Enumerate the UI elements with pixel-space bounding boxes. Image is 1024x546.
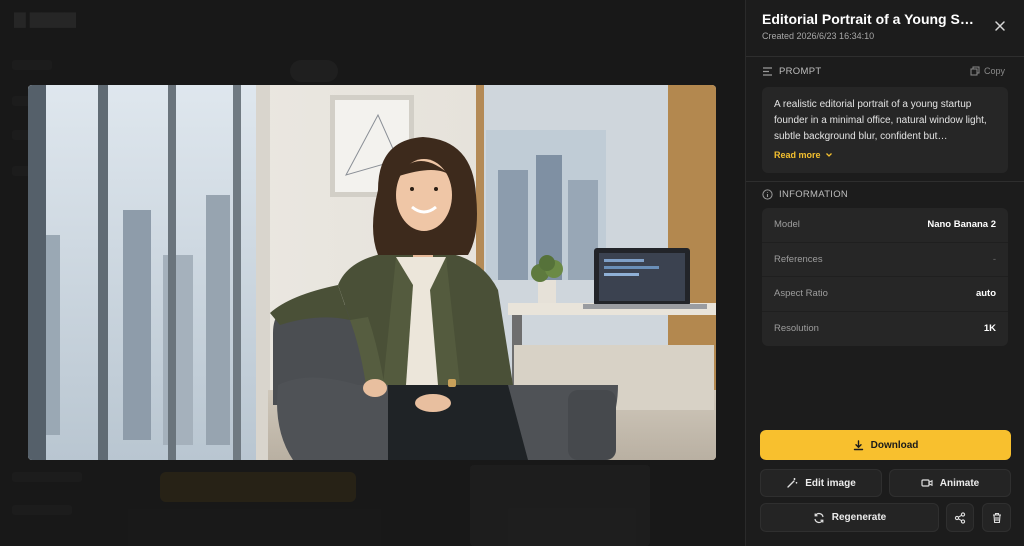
info-key: References bbox=[774, 253, 823, 265]
info-row-references: References - bbox=[762, 243, 1008, 277]
chevron-down-icon bbox=[825, 153, 832, 157]
created-timestamp: Created 2026/6/23 16:34:10 bbox=[762, 31, 875, 41]
share-button[interactable] bbox=[946, 503, 974, 532]
edit-image-button[interactable]: Edit image bbox=[760, 469, 882, 497]
copy-label: Copy bbox=[984, 66, 1006, 76]
prompt-icon bbox=[763, 67, 772, 76]
info-value: auto bbox=[975, 288, 996, 300]
info-value: - bbox=[992, 253, 996, 265]
generated-image bbox=[28, 85, 716, 460]
read-more-link[interactable]: Read more bbox=[774, 150, 996, 160]
prompt-text: A realistic editorial portrait of a youn… bbox=[774, 99, 987, 142]
info-value: 1K bbox=[983, 323, 996, 335]
close-button[interactable] bbox=[992, 18, 1008, 34]
divider bbox=[746, 181, 1024, 182]
download-icon bbox=[853, 439, 863, 450]
copy-icon bbox=[970, 66, 980, 76]
edit-image-label: Edit image bbox=[805, 477, 856, 489]
information-card: Model Nano Banana 2 References - Aspect … bbox=[762, 208, 1008, 346]
info-key: Resolution bbox=[774, 323, 819, 335]
information-heading-label: INFORMATION bbox=[779, 189, 849, 200]
animate-button[interactable]: Animate bbox=[889, 469, 1011, 497]
info-key: Aspect Ratio bbox=[774, 288, 828, 300]
magic-wand-icon bbox=[787, 478, 798, 488]
info-key: Model bbox=[774, 219, 800, 231]
information-heading: INFORMATION bbox=[762, 189, 848, 200]
close-icon bbox=[995, 21, 1005, 31]
prompt-heading: PROMPT bbox=[762, 66, 821, 77]
details-panel: Editorial Portrait of a Young Sta⋯ Creat… bbox=[745, 0, 1024, 546]
image-title: Editorial Portrait of a Young Sta⋯ bbox=[762, 11, 977, 27]
info-value: Nano Banana 2 bbox=[927, 219, 996, 231]
regenerate-label: Regenerate bbox=[831, 512, 887, 523]
download-button[interactable]: Download bbox=[760, 430, 1011, 460]
video-icon bbox=[921, 479, 933, 487]
share-icon bbox=[954, 511, 966, 524]
divider bbox=[746, 56, 1024, 57]
copy-prompt-button[interactable]: Copy bbox=[970, 66, 1005, 76]
download-label: Download bbox=[870, 439, 919, 451]
info-row-model: Model Nano Banana 2 bbox=[762, 208, 1008, 243]
delete-button[interactable] bbox=[982, 503, 1011, 532]
prompt-heading-label: PROMPT bbox=[779, 66, 822, 77]
read-more-label: Read more bbox=[774, 150, 821, 160]
info-row-resolution: Resolution 1K bbox=[762, 312, 1008, 347]
regenerate-button[interactable]: Regenerate bbox=[760, 503, 939, 532]
info-row-aspect-ratio: Aspect Ratio auto bbox=[762, 277, 1008, 312]
trash-icon bbox=[992, 512, 1001, 523]
animate-label: Animate bbox=[939, 477, 980, 489]
prompt-card: A realistic editorial portrait of a youn… bbox=[762, 87, 1008, 173]
refresh-icon bbox=[814, 512, 824, 523]
info-icon bbox=[762, 189, 773, 200]
